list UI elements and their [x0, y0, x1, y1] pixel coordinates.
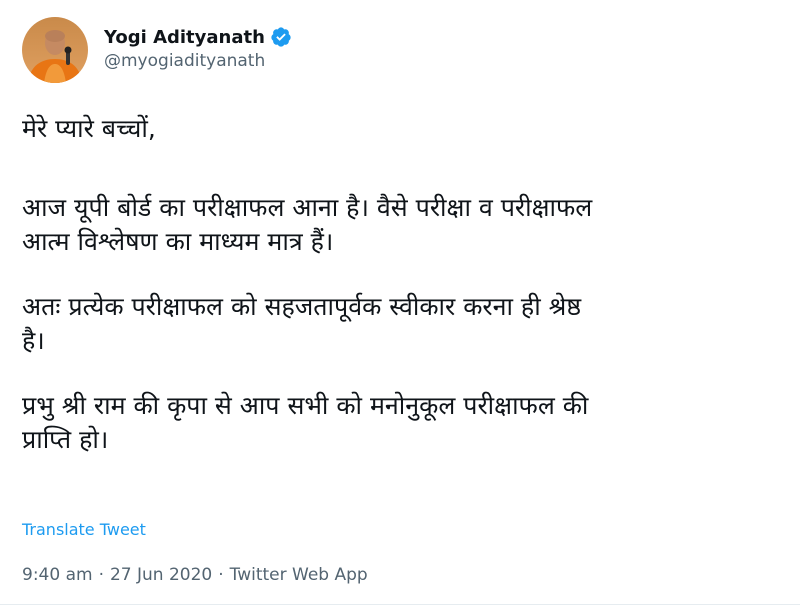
author-name-row: Yogi Adityanath — [104, 24, 292, 50]
tweet-card: Yogi Adityanath @myogiadityanath मेरे प्… — [0, 0, 800, 610]
tweet-text: मेरे प्यारे बच्चों, आज यूपी बोर्ड का परी… — [22, 112, 782, 488]
tweet-line: आत्म विश्लेषण का माध्यम मात्र हैं। — [22, 227, 334, 256]
divider — [0, 604, 800, 605]
author-handle[interactable]: @myogiadityanath — [104, 51, 292, 71]
avatar[interactable] — [22, 17, 88, 83]
verified-badge-icon — [270, 26, 292, 48]
tweet-line: आज यूपी बोर्ड का परीक्षाफल आना है। वैसे … — [22, 193, 593, 222]
tweet-meta: 9:40 am · 27 Jun 2020 · Twitter Web App — [22, 565, 368, 585]
tweet-paragraph-1: आज यूपी बोर्ड का परीक्षाफल आना है। वैसे … — [22, 191, 782, 259]
tweet-paragraph-2: अतः प्रत्येक परीक्षाफल को सहजतापूर्वक स्… — [22, 290, 782, 358]
tweet-time[interactable]: 9:40 am — [22, 565, 93, 585]
tweet-line: मेरे प्यारे बच्चों, — [22, 114, 156, 143]
avatar-image — [22, 17, 88, 83]
meta-separator: · — [98, 565, 104, 585]
author-block: Yogi Adityanath @myogiadityanath — [104, 24, 292, 71]
tweet-line: प्राप्ति हो। — [22, 425, 109, 454]
meta-separator: · — [218, 565, 224, 585]
tweet-line: है। — [22, 326, 45, 355]
tweet-line: प्रभु श्री राम की कृपा से आप सभी को मनोन… — [22, 391, 589, 420]
tweet-paragraph-3: प्रभु श्री राम की कृपा से आप सभी को मनोन… — [22, 389, 782, 457]
tweet-line: अतः प्रत्येक परीक्षाफल को सहजतापूर्वक स्… — [22, 292, 582, 321]
tweet-greeting: मेरे प्यारे बच्चों, — [22, 112, 782, 146]
tweet-date[interactable]: 27 Jun 2020 — [110, 565, 212, 585]
translate-tweet-link[interactable]: Translate Tweet — [22, 520, 146, 539]
author-name[interactable]: Yogi Adityanath — [104, 27, 265, 48]
tweet-source[interactable]: Twitter Web App — [230, 565, 368, 585]
